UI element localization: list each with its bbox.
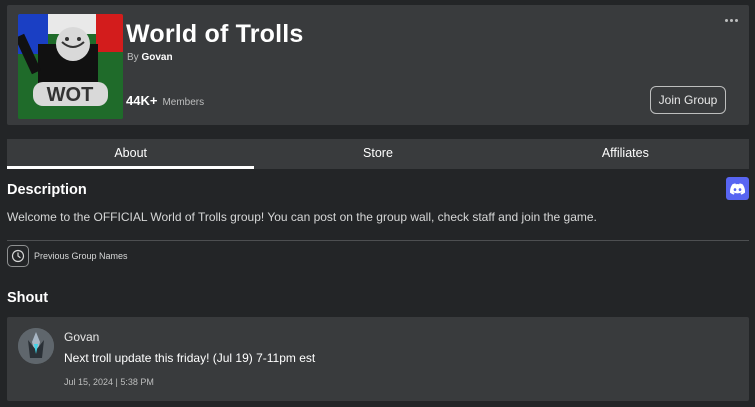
more-dot bbox=[734, 18, 738, 22]
shout-date: Jul 15, 2024 | 5:38 PM bbox=[64, 377, 154, 387]
shout-message: Next troll update this friday! (Jul 19) … bbox=[64, 351, 316, 365]
group-emblem: WOT bbox=[18, 14, 123, 119]
member-count-value: 44K+ bbox=[126, 93, 158, 108]
description-heading: Description bbox=[7, 182, 87, 198]
tab-store[interactable]: Store bbox=[254, 139, 501, 169]
divider bbox=[7, 240, 749, 241]
group-owner: By Govan bbox=[127, 52, 173, 63]
join-group-button[interactable]: Join Group bbox=[650, 86, 726, 114]
history-icon bbox=[7, 245, 29, 267]
owner-name-link[interactable]: Govan bbox=[141, 52, 172, 63]
previous-group-names-label: Previous Group Names bbox=[34, 251, 128, 261]
discord-link-button[interactable] bbox=[726, 177, 749, 200]
more-options-button[interactable] bbox=[723, 16, 739, 24]
discord-icon bbox=[730, 182, 745, 195]
previous-group-names-button[interactable]: Previous Group Names bbox=[7, 245, 128, 267]
shout-card: Govan Next troll update this friday! (Ju… bbox=[7, 317, 749, 401]
more-dots-icon bbox=[724, 18, 728, 22]
owner-prefix: By bbox=[127, 52, 139, 63]
tab-about[interactable]: About bbox=[7, 139, 255, 169]
shout-heading: Shout bbox=[7, 290, 49, 306]
description-text: Welcome to the OFFICIAL World of Trolls … bbox=[7, 210, 597, 224]
tab-affiliates[interactable]: Affiliates bbox=[502, 139, 749, 169]
group-page: WOT World of Trolls By Govan 44K+ Member… bbox=[0, 0, 755, 407]
member-count-label: Members bbox=[162, 97, 205, 108]
emblem-text: WOT bbox=[47, 84, 94, 106]
group-header: WOT World of Trolls By Govan 44K+ Member… bbox=[7, 5, 749, 125]
group-title: World of Trolls bbox=[126, 20, 304, 48]
group-tabs: About Store Affiliates bbox=[7, 139, 749, 169]
member-count: 44K+ Members bbox=[126, 93, 204, 108]
more-dot bbox=[729, 18, 733, 22]
shout-poster-name[interactable]: Govan bbox=[64, 330, 99, 344]
avatar[interactable] bbox=[18, 328, 54, 364]
